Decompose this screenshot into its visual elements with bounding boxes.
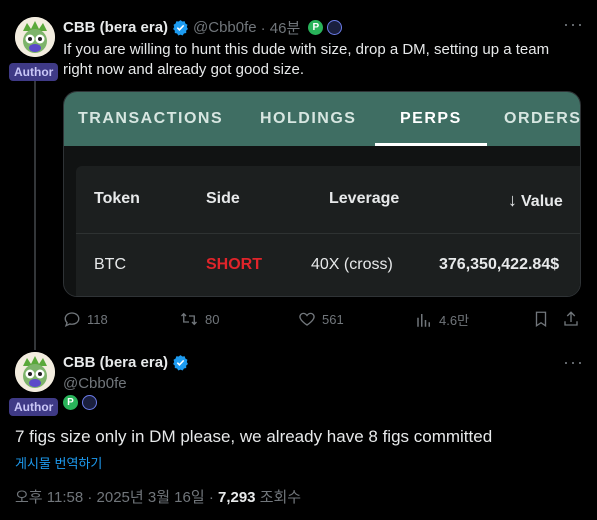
verified-badge-icon [173, 355, 188, 371]
retweet-button[interactable]: 80 [179, 310, 219, 328]
header-value: ↓ Value [508, 190, 563, 211]
retweet-icon [181, 312, 197, 326]
badge-circle-icon [327, 19, 343, 35]
card-body: Token Side Leverage ↓ Value BTC SHORT 40X… [64, 146, 580, 296]
tweet2-text: 7 figs size only in DM please, we alread… [15, 427, 493, 446]
table-divider [76, 233, 580, 234]
bookmark-button[interactable] [532, 310, 550, 328]
more-dots-icon[interactable]: ··· [563, 352, 584, 373]
cell-leverage: 40X (cross) [311, 256, 393, 273]
header-leverage: Leverage [329, 190, 400, 207]
badge-circle-icon [82, 395, 97, 410]
timestamp[interactable]: · 46분 [261, 17, 301, 38]
handle[interactable]: @Cbb0fe [193, 19, 257, 36]
avatar-image [15, 17, 55, 57]
views-count: 7,293 [217, 489, 256, 506]
views-button[interactable]: 4.6만 [415, 310, 469, 329]
tweet-text-line: If you are willing to hunt this dude wit… [63, 41, 550, 58]
cell-side: SHORT [206, 256, 262, 273]
tweet2-badges: P [63, 395, 97, 410]
retweet-count: 80 [205, 311, 220, 327]
timestamp[interactable]: 오후 11:58 · 2025년 3월 16일 · [15, 489, 218, 506]
avatar[interactable] [15, 352, 55, 392]
header-side: Side [206, 190, 240, 207]
share-icon [564, 311, 578, 326]
views-count: 4.6만 [439, 313, 470, 328]
translate-post-link[interactable]: 게시물 번역하기 [15, 453, 102, 472]
handle[interactable]: @Cbb0fe [63, 375, 127, 392]
tab-orders: ORDERS [504, 110, 581, 127]
tweet1-body: If you are willing to hunt this dude wit… [63, 40, 583, 80]
reply-button[interactable]: 118 [63, 310, 108, 328]
header-token: Token [94, 190, 140, 207]
reply-icon [64, 312, 80, 328]
author-badge: Author [9, 63, 59, 81]
perps-table: Token Side Leverage ↓ Value BTC SHORT 40X… [76, 166, 580, 296]
tab-perps: PERPS [375, 92, 487, 146]
badge-p-icon: P [63, 395, 78, 410]
share-button[interactable] [562, 310, 580, 328]
tweet2-meta: 오후 11:58 · 2025년 3월 16일 · 7,293 조회수 [15, 486, 301, 507]
bookmark-icon [535, 311, 547, 328]
views-icon [417, 313, 430, 327]
tweet1-header: CBB (bera era) @Cbb0fe · 46분 P [63, 17, 343, 38]
like-icon [299, 312, 315, 326]
tweet2-header: CBB (bera era) [63, 354, 189, 371]
like-button[interactable]: 561 [298, 310, 344, 328]
cell-value: 376,350,422.84$ [439, 256, 560, 273]
tab-perps-label: PERPS [400, 110, 462, 127]
tweet-text-line: right now and already got good size. [63, 61, 304, 78]
badge-p-icon: P [308, 19, 324, 35]
avatar-image [15, 352, 55, 392]
header-value-label: Value [521, 193, 563, 210]
author-badge: Author [9, 398, 59, 416]
verified-badge-icon [173, 19, 188, 36]
tab-holdings: HOLDINGS [260, 110, 357, 127]
cell-token: BTC [94, 256, 126, 273]
display-name[interactable]: CBB (bera era) [63, 19, 168, 36]
tab-transactions: TRANSACTIONS [78, 110, 224, 127]
thread-line [34, 80, 36, 350]
sort-down-arrow-icon: ↓ [508, 190, 517, 210]
embedded-image-card[interactable]: TRANSACTIONS HOLDINGS PERPS ORDERS Token… [63, 91, 581, 297]
card-tabs: TRANSACTIONS HOLDINGS PERPS ORDERS [64, 92, 580, 146]
avatar[interactable] [15, 17, 55, 57]
views-label: 조회수 [255, 489, 302, 506]
like-count: 561 [322, 311, 344, 327]
more-dots-icon[interactable]: ··· [563, 14, 584, 35]
display-name[interactable]: CBB (bera era) [63, 354, 168, 371]
reply-count: 118 [87, 311, 108, 327]
